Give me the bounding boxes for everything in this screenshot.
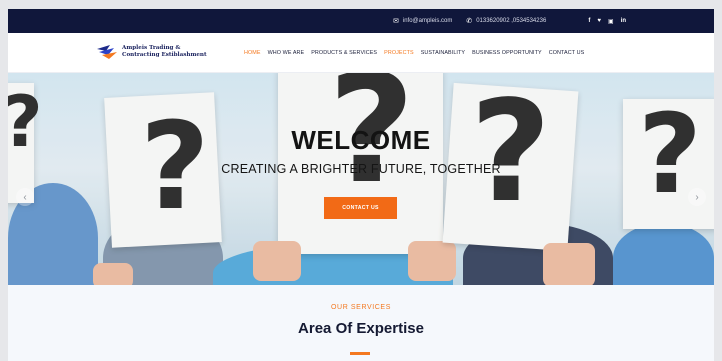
section-divider <box>350 352 370 355</box>
hero-title: WELCOME <box>291 125 431 155</box>
hero-banner: ? ? ? ? ? ‹ › WELCOME CREATING A BRIGHTE… <box>8 73 714 285</box>
website-frame: ✉ info@ampleis.com ✆ 0133620902 ,0534534… <box>8 9 714 361</box>
logo-line-2: Contracting Estiblashment <box>122 52 207 58</box>
social-links: f ♥ ▣ in <box>588 9 626 33</box>
contact-info: ✉ info@ampleis.com ✆ 0133620902 ,0534534… <box>393 9 546 33</box>
email-text: info@ampleis.com <box>402 18 453 24</box>
envelope-icon: ✉ <box>393 18 399 25</box>
instagram-icon[interactable]: ▣ <box>608 18 614 25</box>
phone-text: 0133620902 ,0534534236 <box>476 18 547 24</box>
nav-home[interactable]: HOME <box>244 50 261 56</box>
hero-overlay <box>8 73 714 285</box>
main-nav: HOME WHO WE ARE PRODUCTS & SERVICES PROJ… <box>244 33 584 73</box>
email-link[interactable]: ✉ info@ampleis.com <box>393 17 452 25</box>
contact-us-button[interactable]: CONTACT US <box>324 197 397 219</box>
logo-bird-icon <box>97 45 117 59</box>
top-bar: ✉ info@ampleis.com ✆ 0133620902 ,0534534… <box>8 9 714 33</box>
phone-link[interactable]: ✆ 0133620902 ,0534534236 <box>466 17 546 25</box>
section-label: OUR SERVICES <box>331 304 391 311</box>
nav-contact-us[interactable]: CONTACT US <box>549 50 585 56</box>
chevron-left-icon[interactable]: ‹ <box>16 188 34 206</box>
site-header: Ampleis Trading & Contracting Estiblashm… <box>8 33 714 73</box>
nav-products-services[interactable]: PRODUCTS & SERVICES <box>311 50 377 56</box>
twitter-icon[interactable]: ♥ <box>597 18 601 24</box>
linkedin-icon[interactable]: in <box>621 18 626 24</box>
facebook-icon[interactable]: f <box>588 18 590 24</box>
nav-business-opportunity[interactable]: BUSINESS OPPORTUNITY <box>472 50 542 56</box>
nav-projects[interactable]: PROJECTS <box>384 50 414 56</box>
chevron-right-icon[interactable]: › <box>688 188 706 206</box>
services-section: OUR SERVICES Area Of Expertise <box>8 285 714 361</box>
phone-icon: ✆ <box>466 18 473 25</box>
logo[interactable]: Ampleis Trading & Contracting Estiblashm… <box>96 43 207 61</box>
nav-sustainability[interactable]: SUSTAINABILITY <box>421 50 465 56</box>
logo-line-1: Ampleis Trading & <box>122 45 181 51</box>
nav-who-we-are[interactable]: WHO WE ARE <box>268 50 305 56</box>
hero-subtitle: CREATING A BRIGHTER FUTURE, TOGETHER <box>221 162 501 176</box>
section-title: Area Of Expertise <box>298 320 424 337</box>
logo-text: Ampleis Trading & Contracting Estiblashm… <box>122 45 207 59</box>
